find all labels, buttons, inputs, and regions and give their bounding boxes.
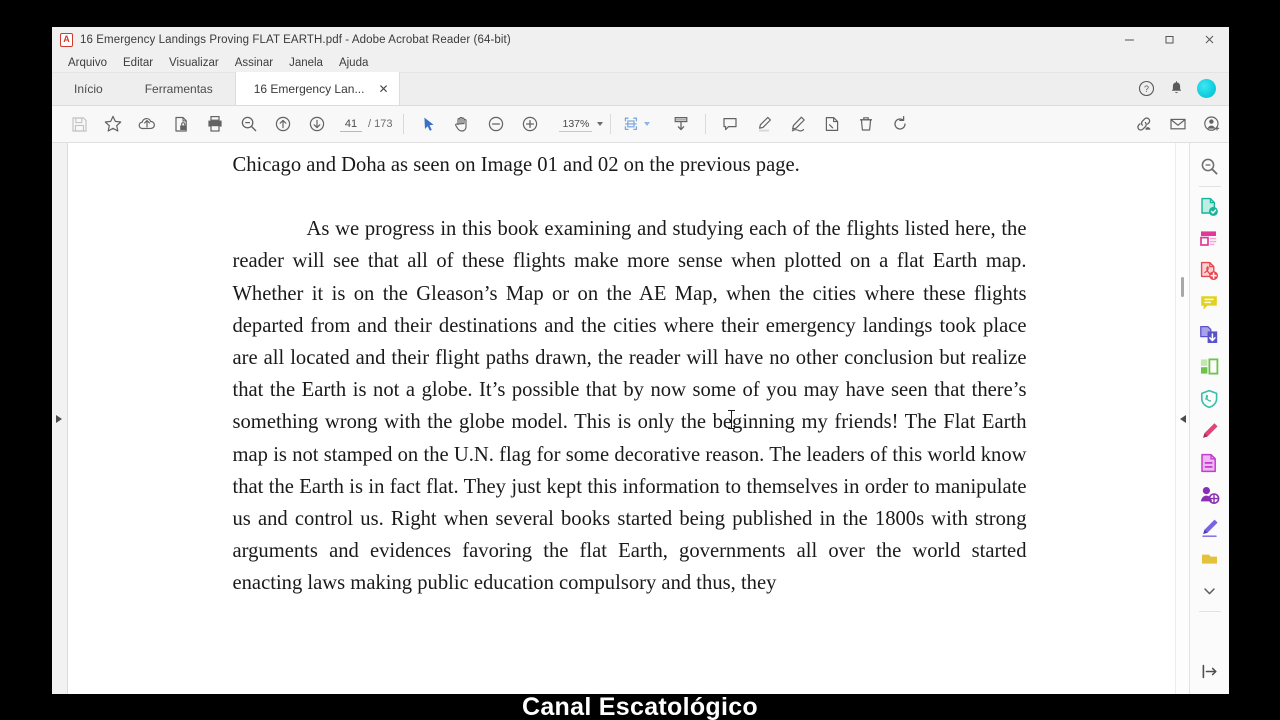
comment-icon[interactable]: [713, 109, 747, 139]
restore-button[interactable]: [1149, 27, 1189, 53]
scrollbar-thumb[interactable]: [1181, 277, 1184, 297]
chevron-down-icon[interactable]: [597, 122, 604, 126]
screen: A 16 Emergency Landings Proving FLAT EAR…: [0, 0, 1280, 720]
tab-ferramentas[interactable]: Ferramentas: [123, 72, 235, 105]
zoom-control[interactable]: 137%: [559, 117, 604, 132]
tab-strip: Início Ferramentas 16 Emergency Lan... ✕…: [52, 72, 1229, 106]
create-pdf-icon[interactable]: [1195, 256, 1225, 286]
text-cursor-ibeam: [728, 410, 735, 429]
zoom-in-icon[interactable]: [513, 109, 547, 139]
window-title: 16 Emergency Landings Proving FLAT EARTH…: [80, 33, 511, 46]
menu-bar: Arquivo Editar Visualizar Assinar Janela…: [52, 53, 1229, 73]
search-document-icon[interactable]: [1195, 151, 1225, 181]
protect-document-icon[interactable]: [164, 109, 198, 139]
zoom-out-icon[interactable]: [479, 109, 513, 139]
page-count: 173: [374, 118, 393, 130]
select-tool-icon[interactable]: [411, 109, 445, 139]
tab-strip-actions: ?: [1133, 72, 1229, 105]
document-viewport[interactable]: Chicago and Doha as seen on Image 01 and…: [68, 143, 1175, 694]
compress-pdf-icon[interactable]: [1195, 352, 1225, 382]
vertical-scrollbar[interactable]: [1175, 143, 1189, 694]
main-toolbar: 41 / 173 137%: [52, 106, 1229, 143]
collapse-right-panel-icon[interactable]: [1180, 415, 1186, 423]
hand-tool-icon[interactable]: [445, 109, 479, 139]
chevron-down-icon[interactable]: [1195, 576, 1225, 606]
more-tools-icon[interactable]: [1195, 544, 1225, 574]
fill-sign-icon[interactable]: [1195, 416, 1225, 446]
svg-text:?: ?: [1143, 84, 1148, 94]
menu-item-assinar[interactable]: Assinar: [227, 53, 281, 73]
workspace: Chicago and Doha as seen on Image 01 and…: [52, 143, 1229, 694]
star-bookmark-icon[interactable]: [96, 109, 130, 139]
request-signature-icon[interactable]: [1195, 480, 1225, 510]
tools-rail: [1189, 143, 1229, 694]
share-link-icon[interactable]: [1127, 109, 1161, 139]
protect-pdf-icon[interactable]: [1195, 384, 1225, 414]
export-pdf-icon[interactable]: [1195, 192, 1225, 222]
left-navigation-rail[interactable]: [52, 143, 68, 694]
menu-item-arquivo[interactable]: Arquivo: [60, 53, 115, 73]
scroll-mode-icon[interactable]: [664, 109, 698, 139]
pdf-page[interactable]: Chicago and Doha as seen on Image 01 and…: [68, 143, 1175, 694]
notification-bell-icon[interactable]: [1163, 76, 1189, 102]
page-total-label: / 173: [368, 118, 392, 130]
add-person-icon[interactable]: [1195, 109, 1229, 139]
toolbar-separator-2: [610, 114, 612, 134]
video-caption: Canal Escatológico: [521, 693, 758, 720]
organize-pages-icon[interactable]: [1195, 224, 1225, 254]
fit-page-icon[interactable]: [618, 109, 652, 139]
doc-line-top: Chicago and Doha as seen on Image 01 and…: [232, 154, 800, 176]
page-number-input[interactable]: 41: [340, 117, 362, 132]
tab-document-label: 16 Emergency Lan...: [253, 81, 365, 96]
tools-rail-separator-bottom: [1198, 611, 1221, 612]
acrobat-app-icon: A: [60, 32, 73, 47]
user-avatar[interactable]: [1193, 76, 1219, 102]
menu-item-ajuda[interactable]: Ajuda: [331, 53, 376, 73]
tab-document[interactable]: 16 Emergency Lan... ✕: [234, 72, 400, 105]
next-page-icon[interactable]: [300, 109, 334, 139]
draw-icon[interactable]: [781, 109, 815, 139]
rotate-icon[interactable]: [883, 109, 917, 139]
page-separator: /: [368, 118, 372, 130]
menu-item-visualizar[interactable]: Visualizar: [161, 53, 227, 73]
tools-rail-separator: [1198, 186, 1221, 187]
menu-item-janela[interactable]: Janela: [281, 53, 331, 73]
close-tab-icon[interactable]: ✕: [378, 83, 388, 95]
expand-left-panel-icon[interactable]: [56, 415, 62, 423]
collapse-panel-icon[interactable]: [1195, 656, 1225, 686]
pdf-page-text: Chicago and Doha as seen on Image 01 and…: [233, 143, 1027, 600]
toolbar-separator-1: [403, 114, 405, 134]
doc-paragraph: As we progress in this book examining an…: [232, 218, 1027, 595]
delete-icon[interactable]: [849, 109, 883, 139]
stamp-icon[interactable]: [815, 109, 849, 139]
email-icon[interactable]: [1161, 109, 1195, 139]
menu-item-editar[interactable]: Editar: [115, 53, 161, 73]
save-icon[interactable]: [62, 109, 96, 139]
zoom-level-value[interactable]: 137%: [559, 117, 593, 132]
print-icon[interactable]: [198, 109, 232, 139]
highlight-icon[interactable]: [747, 109, 781, 139]
title-bar: A 16 Emergency Landings Proving FLAT EAR…: [52, 27, 1229, 53]
cloud-upload-icon[interactable]: [130, 109, 164, 139]
window-controls: [1109, 27, 1229, 53]
toolbar-separator-3: [705, 114, 707, 134]
help-icon[interactable]: ?: [1133, 76, 1159, 102]
edit-pdf-icon[interactable]: [1195, 448, 1225, 478]
search-zoom-icon[interactable]: [232, 109, 266, 139]
fit-page-dropdown-icon[interactable]: [643, 122, 650, 126]
page-navigator: 41 / 173: [340, 117, 392, 132]
acrobat-reader-window: A 16 Emergency Landings Proving FLAT EAR…: [52, 27, 1229, 694]
combine-files-icon[interactable]: [1195, 320, 1225, 350]
minimize-button[interactable]: [1109, 27, 1149, 53]
previous-page-icon[interactable]: [266, 109, 300, 139]
close-button[interactable]: [1189, 27, 1229, 53]
comment-tool-icon[interactable]: [1195, 288, 1225, 318]
tab-inicio[interactable]: Início: [52, 72, 123, 105]
stamp-tool-icon[interactable]: [1195, 512, 1225, 542]
